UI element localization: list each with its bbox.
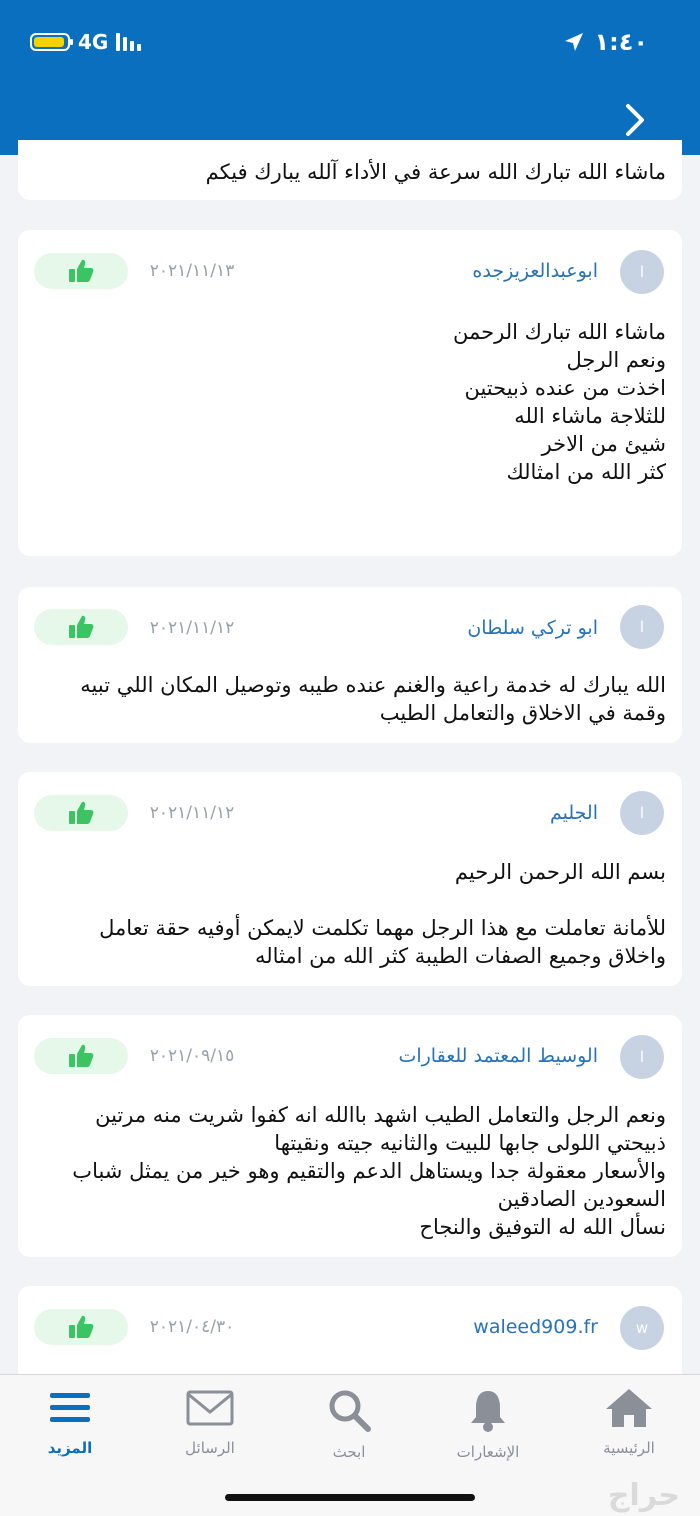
review-card: ا ابوعبدالعزيزجده ٢٠٢١/١١/١٣ ماشاء الله … <box>18 230 682 556</box>
chevron-right-icon[interactable] <box>622 100 648 140</box>
status-right: ١:٤٠ <box>564 28 648 56</box>
avatar[interactable]: ا <box>620 250 664 294</box>
tab-notifications[interactable]: الإشعارات <box>428 1387 548 1461</box>
menu-icon <box>50 1393 90 1422</box>
location-arrow-icon <box>565 33 584 51</box>
tab-more-label: المزيد <box>47 1439 93 1457</box>
tab-home-label: الرئيسية <box>603 1439 655 1457</box>
review-date: ٢٠٢١/٠٩/١٥ <box>149 1046 235 1066</box>
search-icon <box>329 1390 371 1432</box>
review-body: الله يبارك له خدمة راعية والغنم عنده طيب… <box>80 673 666 725</box>
battery-icon <box>30 33 73 51</box>
avatar[interactable]: w <box>620 1306 664 1350</box>
review-body: ماشاء الله تبارك الرحمن ونعم الرجل اخذت … <box>453 320 666 484</box>
tab-messages[interactable]: الرسائل <box>150 1387 270 1457</box>
like-button[interactable] <box>34 795 128 831</box>
like-button[interactable] <box>34 1038 128 1074</box>
watermark: حراج <box>607 1478 680 1513</box>
review-card: ماشاء الله تبارك الله سرعة في الأداء آلل… <box>18 140 682 200</box>
review-date: ٢٠٢١/١١/١٢ <box>149 618 235 638</box>
status-left: 4G <box>30 30 142 54</box>
review-body: ونعم الرجل والتعامل الطيب اشهد باالله ان… <box>72 1103 666 1239</box>
status-time: ١:٤٠ <box>594 28 648 56</box>
like-button[interactable] <box>34 1309 128 1345</box>
like-button[interactable] <box>34 253 128 289</box>
signal-icon <box>116 33 142 51</box>
review-username[interactable]: ابو تركي سلطان <box>467 617 598 639</box>
review-date: ٢٠٢١/١١/١٣ <box>149 261 235 281</box>
like-button[interactable] <box>34 609 128 645</box>
thumbs-up-icon <box>69 801 94 824</box>
avatar[interactable]: ا <box>620 791 664 835</box>
review-username[interactable]: waleed909.fr <box>473 1316 598 1338</box>
tab-notifications-label: الإشعارات <box>456 1443 520 1461</box>
review-body: ماشاء الله تبارك الله سرعة في الأداء آلل… <box>205 160 666 184</box>
avatar[interactable]: ا <box>620 1035 664 1079</box>
review-date: ٢٠٢١/١١/١٢ <box>149 803 235 823</box>
review-username[interactable]: ابوعبدالعزيزجده <box>472 260 598 282</box>
avatar[interactable]: ا <box>620 605 664 649</box>
thumbs-up-icon <box>69 1315 94 1338</box>
review-card: ا الجليم ٢٠٢١/١١/١٢ بسم الله الرحمن الرح… <box>18 772 682 986</box>
review-username[interactable]: الوسيط المعتمد للعقارات <box>398 1045 598 1067</box>
tab-search-label: ابحث <box>332 1443 366 1461</box>
network-type: 4G <box>78 30 109 54</box>
review-card: ا الوسيط المعتمد للعقارات ٢٠٢١/٠٩/١٥ ونع… <box>18 1015 682 1257</box>
tab-more[interactable]: المزيد <box>10 1387 130 1457</box>
tab-messages-label: الرسائل <box>185 1439 235 1457</box>
home-icon <box>606 1389 652 1427</box>
tab-search[interactable]: ابحث <box>289 1387 409 1461</box>
home-indicator <box>225 1494 475 1501</box>
thumbs-up-icon <box>69 259 94 282</box>
thumbs-up-icon <box>69 1044 94 1067</box>
review-username[interactable]: الجليم <box>550 802 598 824</box>
thumbs-up-icon <box>69 615 94 638</box>
review-body: بسم الله الرحمن الرحيم للأمانة تعاملت مع… <box>99 860 666 968</box>
tab-home[interactable]: الرئيسية <box>569 1387 689 1457</box>
bell-icon <box>471 1391 505 1432</box>
envelope-icon <box>186 1390 234 1426</box>
review-date: ٢٠٢١/٠٤/٣٠ <box>149 1317 235 1337</box>
review-card: ا ابو تركي سلطان ٢٠٢١/١١/١٢ الله يبارك ل… <box>18 587 682 743</box>
app-header: 4G ١:٤٠ <box>0 0 700 155</box>
